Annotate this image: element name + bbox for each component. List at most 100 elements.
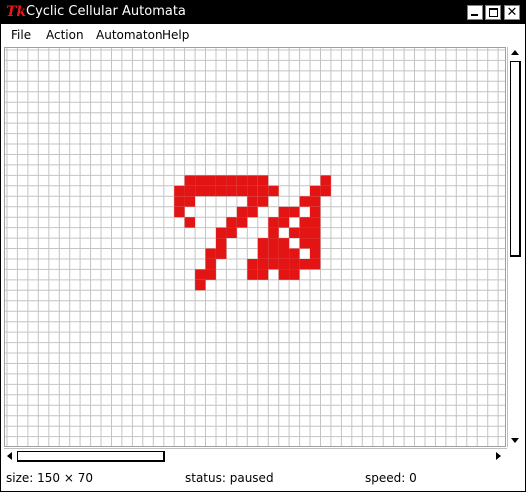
- status-state: status: paused: [185, 471, 274, 485]
- live-cell[interactable]: [236, 217, 248, 228]
- live-cell[interactable]: [310, 227, 321, 238]
- live-cell[interactable]: [257, 238, 269, 249]
- live-cell[interactable]: [310, 217, 321, 228]
- menu-help[interactable]: Help: [162, 27, 189, 43]
- status-speed: speed: 0: [365, 471, 417, 485]
- live-cell[interactable]: [216, 175, 227, 186]
- status-size: size: 150 × 70: [6, 471, 93, 485]
- live-cell[interactable]: [299, 238, 310, 249]
- live-cell[interactable]: [257, 248, 269, 259]
- live-cell[interactable]: [299, 227, 310, 238]
- live-cell[interactable]: [257, 175, 269, 186]
- live-cell[interactable]: [278, 269, 290, 280]
- scroll-up-arrow-icon[interactable]: [511, 50, 519, 55]
- live-cell[interactable]: [236, 206, 248, 218]
- live-cell[interactable]: [195, 185, 206, 197]
- menu-action[interactable]: Action: [46, 27, 84, 43]
- live-cell[interactable]: [278, 259, 290, 270]
- live-cell[interactable]: [310, 206, 321, 218]
- live-cell[interactable]: [268, 238, 279, 249]
- live-cell[interactable]: [216, 185, 227, 197]
- live-cell[interactable]: [289, 259, 300, 270]
- live-cell[interactable]: [174, 196, 185, 207]
- live-cell[interactable]: [205, 248, 216, 259]
- menu-bar: File Action Automaton Help: [1, 24, 525, 46]
- horizontal-scrollbar[interactable]: [4, 448, 507, 464]
- live-cell[interactable]: [236, 185, 248, 197]
- live-cell[interactable]: [268, 185, 279, 197]
- live-cell[interactable]: [174, 185, 185, 197]
- live-cell[interactable]: [257, 196, 269, 207]
- live-cell[interactable]: [289, 248, 300, 259]
- live-cell[interactable]: [174, 206, 185, 218]
- scroll-left-arrow-icon[interactable]: [7, 452, 12, 460]
- live-cell[interactable]: [320, 175, 331, 186]
- live-cell[interactable]: [310, 185, 321, 197]
- live-cell[interactable]: [299, 196, 310, 207]
- window-title: Cyclic Cellular Automata: [26, 4, 186, 19]
- live-cell[interactable]: [257, 269, 269, 280]
- app-window: Tk Cyclic Cellular Automata ✕ File Actio…: [0, 0, 526, 492]
- live-cell[interactable]: [310, 259, 321, 270]
- live-cell[interactable]: [184, 196, 195, 207]
- live-cell[interactable]: [289, 269, 300, 280]
- live-cell[interactable]: [299, 259, 310, 270]
- live-cell[interactable]: [205, 269, 216, 280]
- live-cell[interactable]: [289, 227, 300, 238]
- live-cell[interactable]: [310, 248, 321, 259]
- live-cell[interactable]: [226, 227, 237, 238]
- live-cell[interactable]: [216, 238, 227, 249]
- live-cell[interactable]: [205, 259, 216, 270]
- live-cell[interactable]: [268, 217, 279, 228]
- live-cell[interactable]: [216, 227, 227, 238]
- vertical-scroll-thumb[interactable]: [510, 61, 521, 257]
- live-cell[interactable]: [247, 175, 258, 186]
- live-cell[interactable]: [205, 185, 216, 197]
- live-cell[interactable]: [184, 217, 195, 228]
- tk-logo-icon: Tk: [6, 4, 27, 20]
- live-cell[interactable]: [247, 196, 258, 207]
- live-cell[interactable]: [226, 175, 237, 186]
- live-cell[interactable]: [289, 206, 300, 218]
- live-cell[interactable]: [268, 259, 279, 270]
- horizontal-scroll-thumb[interactable]: [17, 451, 165, 462]
- maximize-button[interactable]: [485, 5, 501, 20]
- title-bar[interactable]: Tk Cyclic Cellular Automata ✕: [1, 1, 525, 24]
- live-cell[interactable]: [184, 175, 195, 186]
- live-cell[interactable]: [310, 196, 321, 207]
- automaton-canvas[interactable]: [4, 47, 506, 447]
- live-cell[interactable]: [278, 238, 290, 249]
- live-cell[interactable]: [278, 206, 290, 218]
- menu-file[interactable]: File: [11, 27, 31, 43]
- live-cell[interactable]: [236, 175, 248, 186]
- live-cell[interactable]: [247, 185, 258, 197]
- live-cell[interactable]: [268, 227, 279, 238]
- live-cell[interactable]: [268, 248, 279, 259]
- live-cell[interactable]: [278, 248, 290, 259]
- cell-grid[interactable]: [5, 48, 505, 446]
- live-cell[interactable]: [310, 238, 321, 249]
- live-cell[interactable]: [257, 259, 269, 270]
- live-cell[interactable]: [320, 185, 331, 197]
- close-button[interactable]: ✕: [504, 5, 520, 20]
- vertical-scrollbar[interactable]: [507, 47, 523, 447]
- live-cell[interactable]: [205, 175, 216, 186]
- live-cell[interactable]: [195, 175, 206, 186]
- scroll-right-arrow-icon[interactable]: [496, 452, 501, 460]
- live-cell[interactable]: [216, 248, 227, 259]
- live-cell[interactable]: [257, 185, 269, 197]
- live-cell[interactable]: [195, 269, 206, 280]
- status-bar: size: 150 × 70 status: paused speed: 0: [1, 465, 525, 491]
- live-cell[interactable]: [247, 269, 258, 280]
- live-cell[interactable]: [184, 185, 195, 197]
- live-cell[interactable]: [195, 279, 206, 291]
- live-cell[interactable]: [299, 217, 310, 228]
- live-cell[interactable]: [226, 217, 237, 228]
- live-cell[interactable]: [278, 217, 290, 228]
- minimize-button[interactable]: [467, 5, 483, 20]
- live-cell[interactable]: [247, 259, 258, 270]
- live-cell[interactable]: [226, 185, 237, 197]
- menu-automaton[interactable]: Automaton: [96, 27, 163, 43]
- live-cell[interactable]: [247, 206, 258, 218]
- scroll-down-arrow-icon[interactable]: [511, 438, 519, 443]
